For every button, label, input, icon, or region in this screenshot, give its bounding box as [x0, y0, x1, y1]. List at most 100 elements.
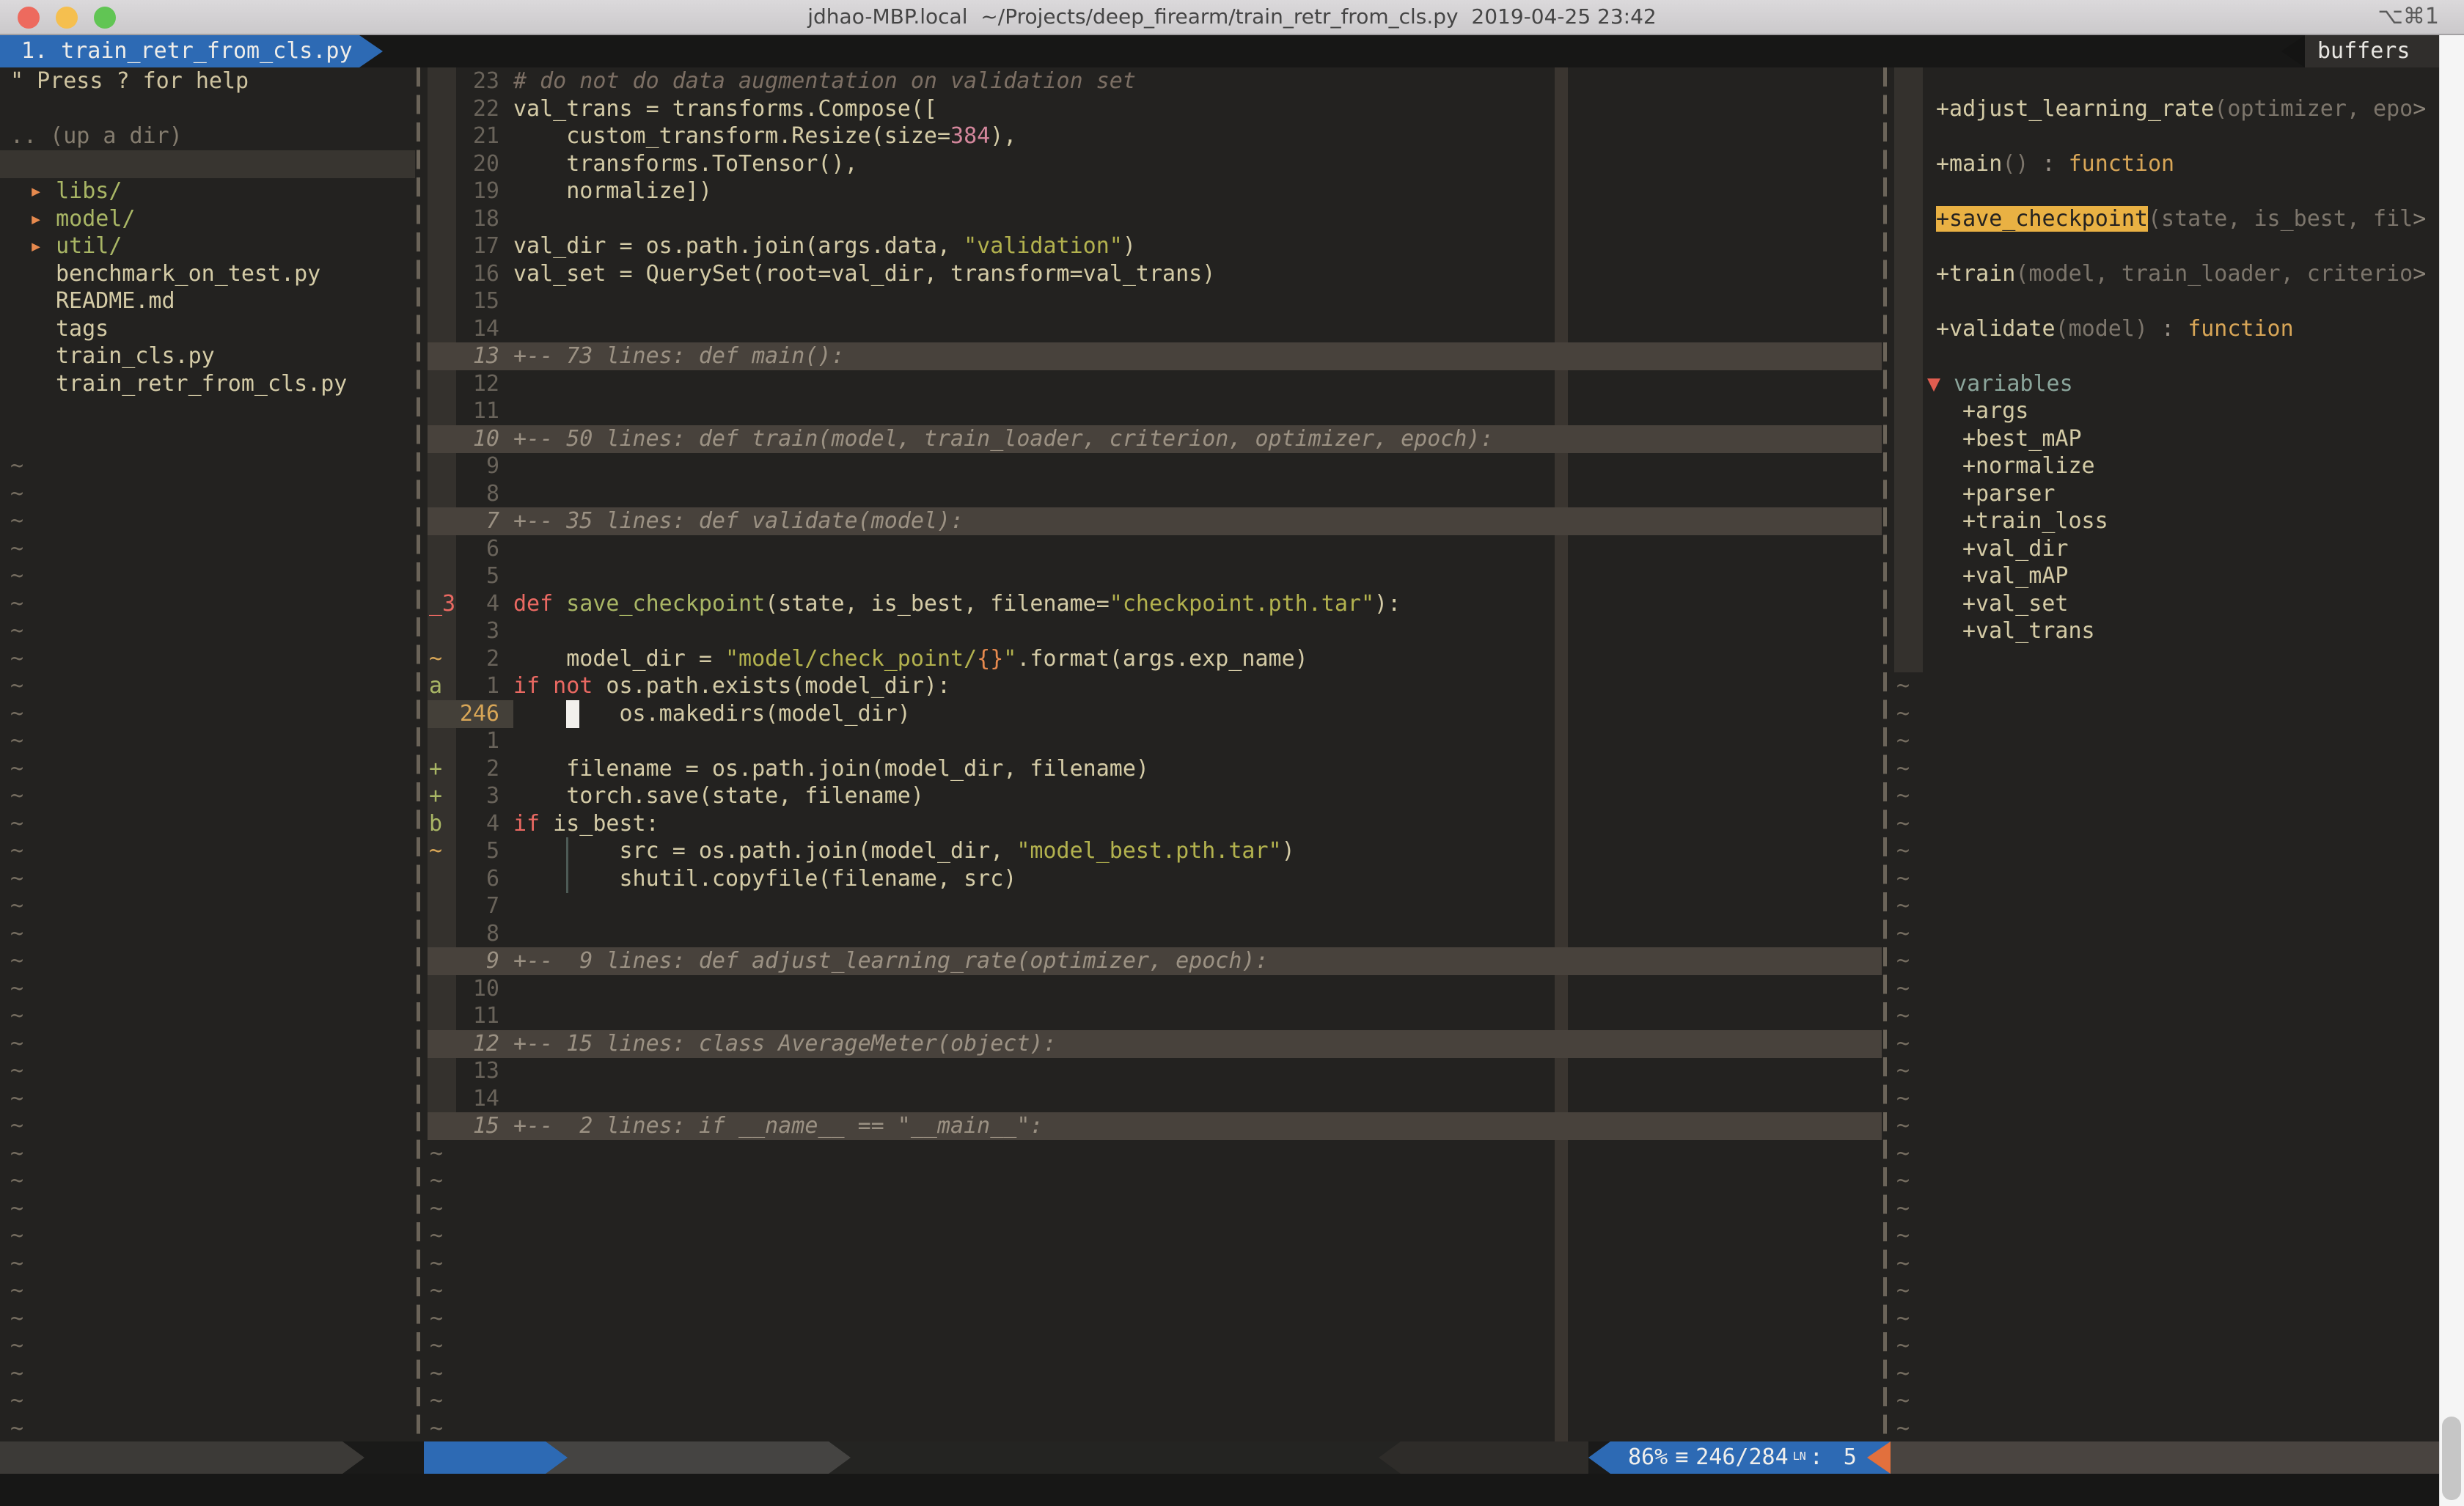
- tagbar-tilde: ~: [1896, 865, 1910, 893]
- line-number: 11: [428, 397, 499, 425]
- tree-item[interactable]: train_retr_from_cls.py: [56, 370, 347, 398]
- cursor-position: 246/284: [1695, 1441, 1788, 1474]
- fold-line[interactable]: 12+-- 15 lines: class AverageMeter(objec…: [428, 1030, 1882, 1058]
- gutter-sign: +: [429, 782, 442, 810]
- tagbar-tilde: ~: [1896, 1057, 1910, 1085]
- tagbar-tilde: ~: [1896, 700, 1910, 728]
- scrollbar-thumb[interactable]: [2442, 1417, 2461, 1500]
- tree-tilde: ~: [10, 562, 23, 590]
- line-number: 16: [428, 260, 499, 288]
- tag-item[interactable]: +val_dir: [1962, 535, 2069, 563]
- tree-tilde: ~: [10, 1195, 23, 1223]
- tree-item[interactable]: ▸ libs/: [29, 177, 122, 205]
- fold-line[interactable]: 9+-- 9 lines: def adjust_learning_rate(o…: [428, 947, 1882, 975]
- statusline-tree-path: ~/Projects/deep_firearm: [0, 1441, 342, 1474]
- cursor: [566, 700, 579, 728]
- line-number: 13: [428, 1057, 499, 1085]
- color-column: [1555, 67, 1568, 1442]
- tagbar-tilde: ~: [1896, 782, 1910, 810]
- tree-selected-row-bg: [0, 150, 415, 178]
- tree-item[interactable]: benchmark_on_test.py: [56, 260, 320, 288]
- tree-item[interactable]: " Press ? for help: [10, 67, 249, 95]
- scrollbar[interactable]: [2439, 35, 2464, 1506]
- tree-item[interactable]: README.md: [56, 287, 175, 315]
- code-line[interactable]: filename = os.path.join(model_dir, filen…: [513, 755, 1149, 783]
- code-line[interactable]: val_set = QuerySet(root=val_dir, transfo…: [513, 260, 1215, 288]
- code-line[interactable]: val_trans = transforms.Compose([: [513, 95, 937, 123]
- tag-item[interactable]: +val_mAP: [1962, 562, 2069, 590]
- code-tilde: ~: [430, 1332, 443, 1360]
- tagbar-tilde: ~: [1896, 1140, 1910, 1168]
- gutter-sign: ~: [429, 837, 442, 865]
- tree-item[interactable]: train_cls.py: [56, 342, 215, 370]
- command-line[interactable]: [0, 1474, 2439, 1506]
- line-number: 1: [428, 727, 499, 755]
- code-line[interactable]: torch.save(state, filename): [513, 782, 924, 810]
- powerline-arrow: [1379, 1441, 1401, 1474]
- tagbar-tilde: ~: [1896, 1387, 1910, 1415]
- tag-item[interactable]: +parser: [1962, 480, 2055, 508]
- tag-item[interactable]: +val_trans: [1962, 617, 2095, 645]
- tagbar-tilde: ~: [1896, 1085, 1910, 1113]
- code-line[interactable]: if is_best:: [513, 810, 659, 838]
- tree-tilde: ~: [10, 1415, 23, 1443]
- tag-item[interactable]: +validate(model) : function: [1936, 315, 2294, 343]
- status-bar: ~/Projects/deep_firearm +8 ~3 -3 master …: [0, 1441, 2439, 1474]
- fold-line[interactable]: 15+-- 2 lines: if __name__ == "__main__"…: [428, 1112, 1882, 1140]
- tree-tilde: ~: [10, 452, 23, 480]
- macvim-window: jdhao-MBP.local ~/Projects/deep_firearm/…: [0, 0, 2464, 1506]
- line-number: 20: [428, 150, 499, 178]
- tree-tilde: ~: [10, 507, 23, 535]
- code-line[interactable]: # do not do data augmentation on validat…: [513, 67, 1136, 95]
- code-line[interactable]: transforms.ToTensor(),: [513, 150, 858, 178]
- tree-tilde: ~: [10, 1085, 23, 1113]
- tag-item[interactable]: ▼ variables: [1927, 370, 2073, 398]
- tab-active[interactable]: 1. train_retr_from_cls.py: [0, 35, 359, 67]
- tag-item[interactable]: +val_set: [1962, 590, 2069, 618]
- code-line[interactable]: def save_checkpoint(state, is_best, file…: [513, 590, 1401, 618]
- tree-item[interactable]: tags: [56, 315, 109, 343]
- window-separator[interactable]: [417, 67, 420, 1442]
- tagbar-sign-column: [1894, 67, 1923, 672]
- tag-item[interactable]: +args: [1962, 397, 2028, 425]
- tree-tilde: ~: [10, 645, 23, 673]
- tree-item[interactable]: .. (up a dir): [10, 122, 183, 150]
- tag-item[interactable]: +save_checkpoint(state, is_best, fil>: [1936, 205, 2426, 233]
- powerline-arrow: [829, 1441, 851, 1474]
- code-line[interactable]: val_dir = os.path.join(args.data, "valid…: [513, 232, 1136, 260]
- tag-item[interactable]: +best_mAP: [1962, 425, 2082, 453]
- code-line[interactable]: custom_transform.Resize(size=384),: [513, 122, 1016, 150]
- tag-item[interactable]: +normalize: [1962, 452, 2095, 480]
- tag-item[interactable]: +train_loss: [1962, 507, 2108, 535]
- tree-tilde: ~: [10, 535, 23, 563]
- tag-item[interactable]: +train(model, train_loader, criterio>: [1936, 260, 2426, 288]
- tag-item[interactable]: +main() : function: [1936, 150, 2174, 178]
- code-line[interactable]: src = os.path.join(model_dir, "model_bes…: [513, 837, 1295, 865]
- line-number: 22: [428, 95, 499, 123]
- code-line[interactable]: if not os.path.exists(model_dir):: [513, 672, 950, 700]
- window-separator[interactable]: [1883, 67, 1887, 1442]
- line-number: 10: [428, 975, 499, 1003]
- tree-tilde: ~: [10, 480, 23, 508]
- fold-line[interactable]: 10+-- 50 lines: def train(model, train_l…: [428, 425, 1882, 453]
- tree-item[interactable]: ▸ util/: [29, 232, 122, 260]
- tree-tilde: ~: [10, 1387, 23, 1415]
- tree-item[interactable]: ▸ model/: [29, 205, 136, 233]
- tag-item[interactable]: +adjust_learning_rate(optimizer, epo>: [1936, 95, 2426, 123]
- fold-line[interactable]: 7+-- 35 lines: def validate(model):: [428, 507, 1882, 535]
- code-line[interactable]: model_dir = "model/check_point/{}".forma…: [513, 645, 1308, 673]
- line-number: 7: [428, 892, 499, 920]
- tree-tilde: ~: [10, 1112, 23, 1140]
- code-tilde: ~: [430, 1387, 443, 1415]
- code-line[interactable]: shutil.copyfile(filename, src): [513, 865, 1016, 893]
- tagbar-tilde: ~: [1896, 1195, 1910, 1223]
- tree-tilde: ~: [10, 755, 23, 783]
- tagbar-tilde: ~: [1896, 1030, 1910, 1058]
- tagbar-tilde: ~: [1896, 1277, 1910, 1305]
- code-tilde: ~: [430, 1222, 443, 1250]
- tree-tilde: ~: [10, 975, 23, 1003]
- tree-tilde: ~: [10, 672, 23, 700]
- code-line[interactable]: normalize]): [513, 177, 712, 205]
- fold-line[interactable]: 13+-- 73 lines: def main():: [428, 342, 1882, 370]
- line-number: 21: [428, 122, 499, 150]
